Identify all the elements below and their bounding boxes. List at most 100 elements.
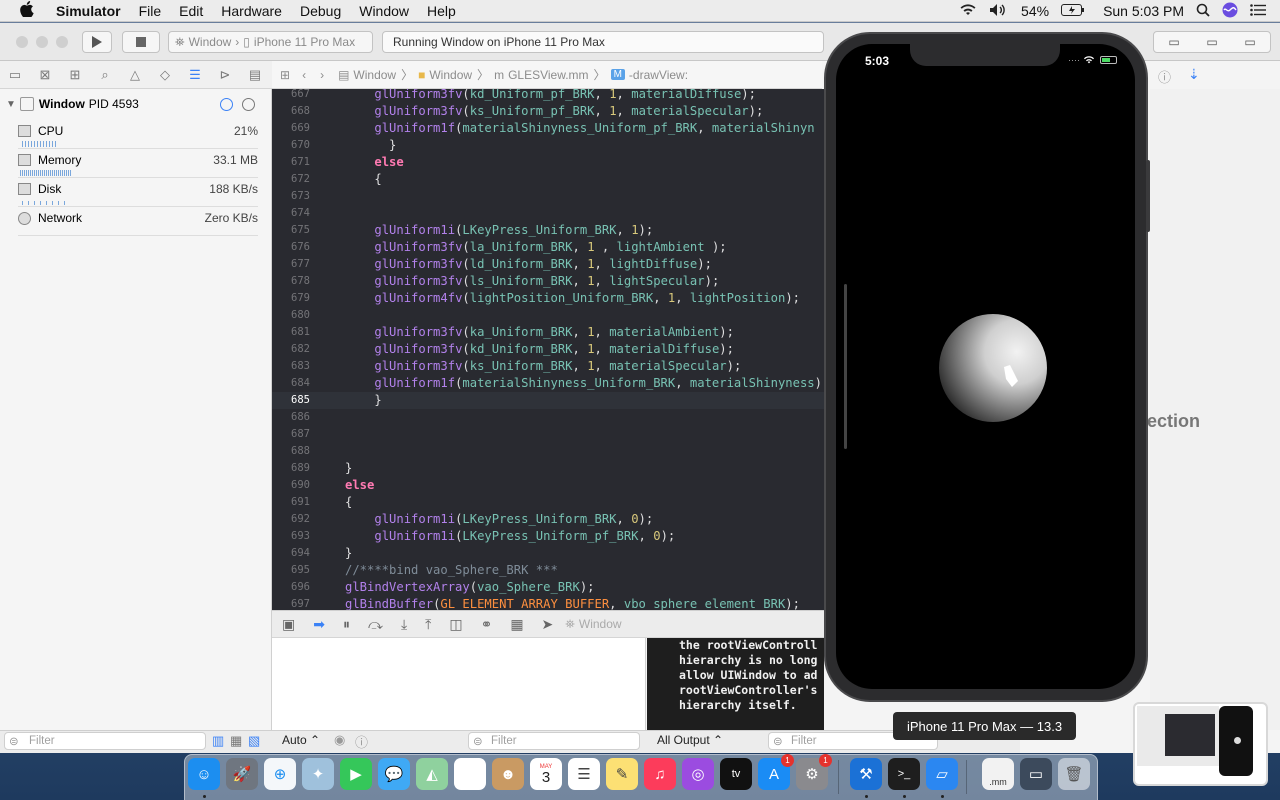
gauge-icon[interactable] <box>220 98 233 111</box>
minimize-window-button[interactable] <box>36 36 48 48</box>
report-navigator-icon[interactable]: ▤ <box>240 67 270 83</box>
process-row[interactable]: ▼ Window PID 4593 <box>6 97 139 111</box>
line-number[interactable]: 674 <box>272 205 310 222</box>
scheme-selector[interactable]: ⛯ Window › ▯ iPhone 11 Pro Max <box>168 31 373 53</box>
code-text[interactable]: glUniform1i(LKeyPress_Uniform_pf_BRK, 0)… <box>345 528 675 545</box>
info-icon[interactable]: ⓘ <box>355 732 368 751</box>
launchpad-icon[interactable]: 🚀 <box>226 758 258 790</box>
line-number[interactable]: 678 <box>272 273 310 290</box>
code-line[interactable]: 679 glUniform4fv(lightPosition_Uniform_B… <box>272 290 824 307</box>
simulate-location-icon[interactable]: ➤ <box>542 616 554 633</box>
forward-arrow-icon[interactable]: › <box>320 68 324 82</box>
line-number[interactable]: 686 <box>272 409 310 426</box>
breakpoint-navigator-icon[interactable]: ⊳ <box>210 67 240 83</box>
line-number[interactable]: 673 <box>272 188 310 205</box>
related-items-icon[interactable]: ⊞ <box>280 68 290 82</box>
view-debugger-icon[interactable]: ◫ <box>449 616 462 633</box>
navigator-filter-field[interactable]: ⊜ Filter <box>4 732 206 750</box>
source-editor[interactable]: 667 glUniform3fv(kd_Uniform_pf_BRK, 1, m… <box>272 89 824 610</box>
symbol-navigator-icon[interactable]: ⊞ <box>60 67 90 83</box>
code-text[interactable]: glBindVertexArray(vao_Sphere_BRK); <box>345 579 595 596</box>
code-line[interactable]: 675 glUniform1i(LKeyPress_Uniform_BRK, 1… <box>272 222 824 239</box>
line-number[interactable]: 688 <box>272 443 310 460</box>
breakpoints-toggle-icon[interactable]: ➡ <box>313 616 325 633</box>
screenshot-thumbnail[interactable] <box>1133 702 1268 786</box>
simulator-icon[interactable]: ▱ <box>926 758 958 790</box>
console-output-selector[interactable]: All Output ⌃ <box>657 733 723 747</box>
close-window-button[interactable] <box>16 36 28 48</box>
battery-icon[interactable] <box>1061 3 1085 19</box>
variables-view[interactable] <box>272 638 646 730</box>
code-line[interactable]: 671 else <box>272 154 824 171</box>
issue-navigator-icon[interactable]: △ <box>120 67 150 83</box>
code-text[interactable]: glUniform3fv(kd_Uniform_pf_BRK, 1, mater… <box>345 89 756 103</box>
line-number[interactable]: 684 <box>272 375 310 392</box>
code-text[interactable]: } <box>345 137 396 154</box>
line-number[interactable]: 670 <box>272 137 310 154</box>
test-navigator-icon[interactable]: ◇ <box>150 67 180 83</box>
xcode-icon[interactable]: ⚒ <box>850 758 882 790</box>
maps-icon[interactable]: ◭ <box>416 758 448 790</box>
code-line[interactable]: 694} <box>272 545 824 562</box>
toggle-navigator-icon[interactable]: ▭ <box>1155 35 1193 49</box>
menu-file[interactable]: File <box>139 3 162 19</box>
code-text[interactable]: glUniform3fv(ls_Uniform_BRK, 1, lightSpe… <box>345 273 719 290</box>
menu-window[interactable]: Window <box>359 3 409 19</box>
code-text[interactable]: { <box>345 494 352 511</box>
step-out-icon[interactable]: ⤒ <box>425 616 431 633</box>
code-text[interactable]: glUniform1i(LKeyPress_Uniform_BRK, 0); <box>345 511 653 528</box>
mm-file-icon[interactable]: .mm <box>982 758 1014 790</box>
calendar-icon[interactable]: MAY 3 <box>530 758 562 790</box>
code-text[interactable]: } <box>345 545 352 562</box>
menu-app-simulator[interactable]: Simulator <box>56 3 121 19</box>
hide-debug-area-icon[interactable]: ▣ <box>282 616 295 633</box>
breadcrumb-group[interactable]: Window <box>429 68 472 82</box>
line-number[interactable]: 671 <box>272 154 310 171</box>
eye-icon[interactable]: ◉ <box>334 732 345 748</box>
code-line[interactable]: 693 glUniform1i(LKeyPress_Uniform_pf_BRK… <box>272 528 824 545</box>
code-text[interactable]: glUniform3fv(la_Uniform_BRK, 1 , lightAm… <box>345 239 726 256</box>
code-line[interactable]: 667 glUniform3fv(kd_Uniform_pf_BRK, 1, m… <box>272 89 824 103</box>
podcasts-icon[interactable]: ◎ <box>682 758 714 790</box>
contacts-icon[interactable]: ☻ <box>492 758 524 790</box>
toggle-inspector-icon[interactable]: ▭ <box>1231 35 1269 49</box>
code-line[interactable]: 686 <box>272 409 824 426</box>
code-text[interactable]: { <box>345 171 381 188</box>
attributes-inspector-icon[interactable]: ⇣ <box>1188 66 1200 83</box>
wifi-icon[interactable] <box>959 3 977 20</box>
line-number[interactable]: 667 <box>272 89 310 103</box>
line-number[interactable]: 691 <box>272 494 310 511</box>
system-preferences-icon[interactable]: ⚙ 1 <box>796 754 832 790</box>
gauge-row-network[interactable]: Network Zero KB/s <box>18 210 258 238</box>
line-number[interactable]: 677 <box>272 256 310 273</box>
line-number[interactable]: 689 <box>272 460 310 477</box>
debug-navigator-icon[interactable]: ☰ <box>180 67 210 83</box>
code-text[interactable]: glUniform1i(LKeyPress_Uniform_BRK, 1); <box>345 222 653 239</box>
step-into-icon[interactable]: ⤓ <box>401 616 407 633</box>
line-number[interactable]: 695 <box>272 562 310 579</box>
code-line[interactable]: 691 { <box>272 494 824 511</box>
code-text[interactable]: glUniform3fv(kd_Uniform_BRK, 1, material… <box>345 341 734 358</box>
code-line[interactable]: 690 else <box>272 477 824 494</box>
code-line[interactable]: 669 glUniform1f(materialShinyness_Unifor… <box>272 120 824 137</box>
volume-icon[interactable] <box>989 3 1009 20</box>
zoom-window-button[interactable] <box>56 36 68 48</box>
app-store-icon[interactable]: A 1 <box>758 754 794 790</box>
line-number[interactable]: 669 <box>272 120 310 137</box>
line-number[interactable]: 680 <box>272 307 310 324</box>
trash-icon[interactable]: 🗑 <box>1058 758 1090 790</box>
line-number[interactable]: 683 <box>272 358 310 375</box>
line-number[interactable]: 687 <box>272 426 310 443</box>
code-line[interactable]: 697 glBindBuffer(GL_ELEMENT_ARRAY_BUFFER,… <box>272 596 824 610</box>
code-line[interactable]: 677 glUniform3fv(ld_Uniform_BRK, 1, ligh… <box>272 256 824 273</box>
filter-option-icon[interactable]: ▧ <box>248 733 260 749</box>
code-text[interactable]: //****bind vao_Sphere_BRK *** <box>345 562 558 579</box>
line-number[interactable]: 668 <box>272 103 310 120</box>
code-line[interactable]: 678 glUniform3fv(ls_Uniform_BRK, 1, ligh… <box>272 273 824 290</box>
line-number[interactable]: 676 <box>272 239 310 256</box>
side-button[interactable] <box>1146 160 1150 232</box>
menu-hardware[interactable]: Hardware <box>221 3 282 19</box>
code-text[interactable]: } <box>345 392 381 409</box>
code-text[interactable]: glUniform4fv(lightPosition_Uniform_BRK, … <box>345 290 800 307</box>
run-button[interactable] <box>82 31 112 53</box>
